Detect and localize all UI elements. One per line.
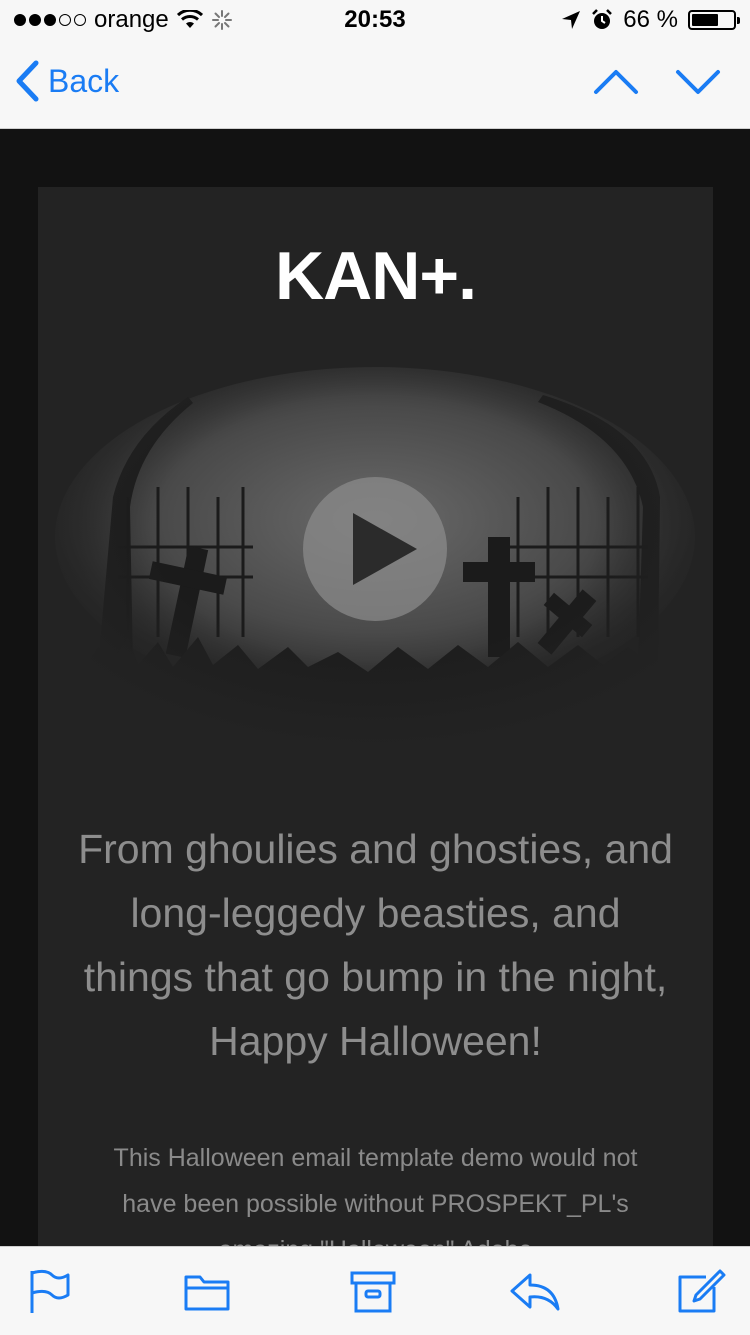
chevron-up-icon — [594, 70, 638, 94]
alarm-clock-icon — [592, 9, 613, 29]
chevron-down-icon — [676, 70, 720, 94]
next-message-button[interactable] — [674, 62, 722, 102]
brand-logo: KAN+. — [275, 238, 477, 314]
status-right: 66 % — [561, 6, 740, 34]
navigation-bar: Back — [0, 40, 750, 129]
battery-percent: 66 % — [623, 6, 678, 33]
reply-button[interactable] — [508, 1267, 560, 1315]
email-body-text: This Halloween email template demo would… — [113, 1144, 638, 1247]
bottom-toolbar — [0, 1246, 750, 1335]
archive-icon — [350, 1271, 396, 1313]
move-to-folder-button[interactable] — [182, 1267, 234, 1315]
back-label: Back — [48, 62, 120, 99]
compose-button[interactable] — [676, 1267, 728, 1315]
chevron-left-icon — [16, 60, 39, 102]
reply-icon — [510, 1273, 560, 1311]
battery-icon — [688, 10, 740, 30]
compose-icon — [678, 1269, 726, 1313]
previous-message-button[interactable] — [592, 62, 640, 102]
play-icon — [353, 513, 417, 585]
email-headline: From ghoulies and ghosties, and long-leg… — [78, 826, 673, 1064]
folder-icon — [184, 1275, 230, 1311]
flag-button[interactable] — [24, 1267, 76, 1315]
back-button[interactable]: Back — [14, 60, 119, 102]
email-body: KAN+. From ghoulies and ghosties, and lo… — [38, 187, 713, 1247]
status-bar: orange 20:53 66 % — [0, 0, 750, 40]
flag-icon — [30, 1269, 70, 1313]
archive-button[interactable] — [348, 1267, 400, 1315]
play-button[interactable] — [303, 477, 447, 621]
location-arrow-icon — [562, 11, 581, 29]
